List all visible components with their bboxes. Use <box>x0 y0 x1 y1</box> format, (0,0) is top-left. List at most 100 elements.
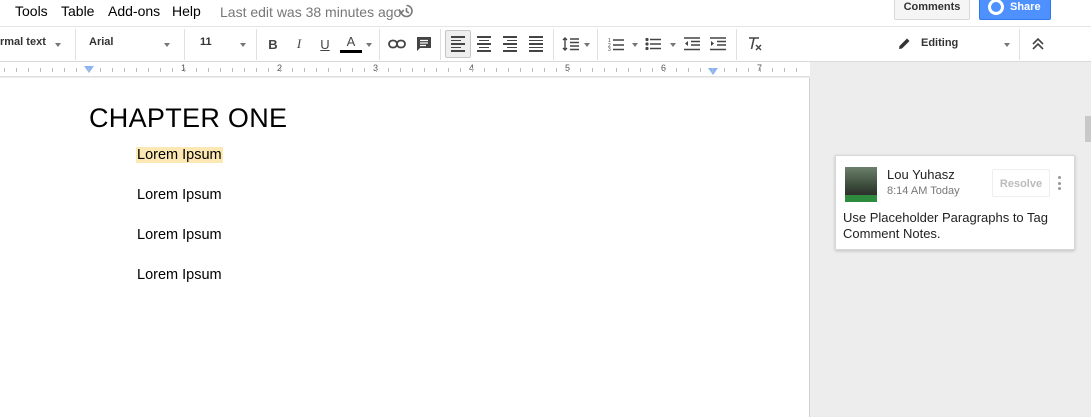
scrollbar-thumb[interactable] <box>1085 116 1091 142</box>
clear-formatting-icon[interactable] <box>742 30 768 58</box>
document-page[interactable]: CHAPTER ONE Lorem Ipsum Lorem Ipsum Lore… <box>0 78 810 417</box>
menu-table[interactable]: Table <box>61 3 94 19</box>
ruler-tick <box>760 68 761 72</box>
more-options-icon[interactable] <box>1058 176 1062 190</box>
ruler-tick <box>4 68 5 72</box>
italic-icon[interactable]: I <box>286 30 312 58</box>
ruler-tick <box>160 68 161 72</box>
ruler-tick <box>268 68 269 72</box>
ruler-tick <box>472 68 473 72</box>
align-center-icon[interactable] <box>471 30 497 58</box>
ruler-tick <box>76 68 77 72</box>
decrease-indent-icon[interactable] <box>679 30 705 58</box>
ruler-tick <box>784 68 785 72</box>
chevron-down-icon[interactable] <box>366 43 372 47</box>
right-indent-marker[interactable] <box>708 68 718 75</box>
style-select[interactable]: rmal text <box>0 36 46 48</box>
ruler[interactable]: 1234567 <box>0 62 810 77</box>
ruler-tick <box>508 68 509 72</box>
menu-add-ons[interactable]: Add-ons <box>108 3 160 19</box>
comment-card[interactable]: Lou Yuhasz 8:14 AM Today Resolve Use Pla… <box>835 155 1075 250</box>
ruler-tick <box>736 68 737 72</box>
increase-indent-icon[interactable] <box>705 30 731 58</box>
bulleted-list-icon[interactable] <box>640 30 666 58</box>
font-size-select[interactable]: 11 <box>200 36 212 48</box>
menu-help[interactable]: Help <box>172 3 201 19</box>
ruler-tick <box>280 68 281 72</box>
ruler-tick <box>640 68 641 72</box>
ruler-tick <box>604 68 605 72</box>
left-indent-marker[interactable] <box>84 66 94 73</box>
ruler-tick <box>544 68 545 72</box>
chevron-down-icon[interactable] <box>164 43 170 47</box>
ruler-tick <box>196 68 197 72</box>
last-edit-status[interactable]: Last edit was 38 minutes ago <box>220 4 401 20</box>
bold-icon[interactable]: B <box>260 30 286 58</box>
divider <box>379 29 380 60</box>
comments-button[interactable]: Comments <box>894 0 970 20</box>
comment-time: 8:14 AM Today <box>887 185 960 197</box>
ruler-tick <box>100 68 101 72</box>
globe-icon <box>988 0 1004 15</box>
document-heading[interactable]: CHAPTER ONE <box>89 103 287 134</box>
ruler-tick <box>664 68 665 72</box>
insert-comment-icon[interactable] <box>411 30 437 58</box>
ruler-tick <box>376 68 377 72</box>
chevron-down-icon[interactable] <box>670 43 676 47</box>
ruler-tick <box>772 68 773 72</box>
ruler-tick <box>592 68 593 72</box>
font-select[interactable]: Arial <box>89 36 113 48</box>
underline-icon[interactable]: U <box>312 30 338 58</box>
ruler-tick <box>388 68 389 72</box>
paragraph-1[interactable]: Lorem Ipsum <box>136 147 223 163</box>
ruler-tick <box>616 68 617 72</box>
ruler-tick <box>88 68 89 72</box>
text-color-icon[interactable]: A <box>338 30 364 58</box>
menu-tools[interactable]: Tools <box>15 3 48 19</box>
paragraph-4[interactable]: Lorem Ipsum <box>137 267 222 283</box>
divider <box>736 29 737 60</box>
paragraph-2[interactable]: Lorem Ipsum <box>137 187 222 203</box>
paragraph-3[interactable]: Lorem Ipsum <box>137 227 222 243</box>
ruler-tick <box>328 68 329 72</box>
ruler-tick <box>460 68 461 72</box>
pencil-icon <box>899 38 910 49</box>
numbered-list-icon[interactable]: 123 <box>603 30 629 58</box>
ruler-tick <box>136 68 137 72</box>
ruler-tick <box>52 68 53 72</box>
divider <box>440 29 441 60</box>
mode-select[interactable]: Editing <box>921 37 958 49</box>
text-color-swatch <box>340 49 362 53</box>
collapse-icon[interactable] <box>1031 37 1045 51</box>
ruler-tick <box>712 68 713 72</box>
svg-text:3: 3 <box>608 47 611 51</box>
divider <box>597 29 598 60</box>
ruler-tick <box>232 68 233 72</box>
history-icon[interactable] <box>398 3 414 19</box>
toolbar: rmal text Arial 11 B I U A 123 Editing <box>0 26 1091 62</box>
ruler-tick <box>748 68 749 72</box>
chevron-down-icon[interactable] <box>1004 43 1010 47</box>
ruler-tick <box>292 68 293 72</box>
share-button[interactable]: Share <box>979 0 1051 20</box>
chevron-down-icon[interactable] <box>240 43 246 47</box>
ruler-tick <box>652 68 653 72</box>
ruler-tick <box>556 68 557 72</box>
share-label: Share <box>1010 1 1041 13</box>
ruler-tick <box>412 68 413 72</box>
line-spacing-icon[interactable] <box>558 30 584 58</box>
link-icon[interactable] <box>384 30 410 58</box>
chevron-down-icon[interactable] <box>584 43 590 47</box>
align-left-icon[interactable] <box>445 30 471 58</box>
chevron-down-icon[interactable] <box>55 43 61 47</box>
divider <box>256 29 257 60</box>
align-right-icon[interactable] <box>497 30 523 58</box>
resolve-button[interactable]: Resolve <box>992 169 1050 197</box>
ruler-tick <box>64 68 65 72</box>
chevron-down-icon[interactable] <box>632 43 638 47</box>
ruler-tick <box>340 68 341 72</box>
align-justify-icon[interactable] <box>523 30 549 58</box>
ruler-tick <box>112 68 113 72</box>
divider <box>553 29 554 60</box>
divider <box>184 29 185 60</box>
